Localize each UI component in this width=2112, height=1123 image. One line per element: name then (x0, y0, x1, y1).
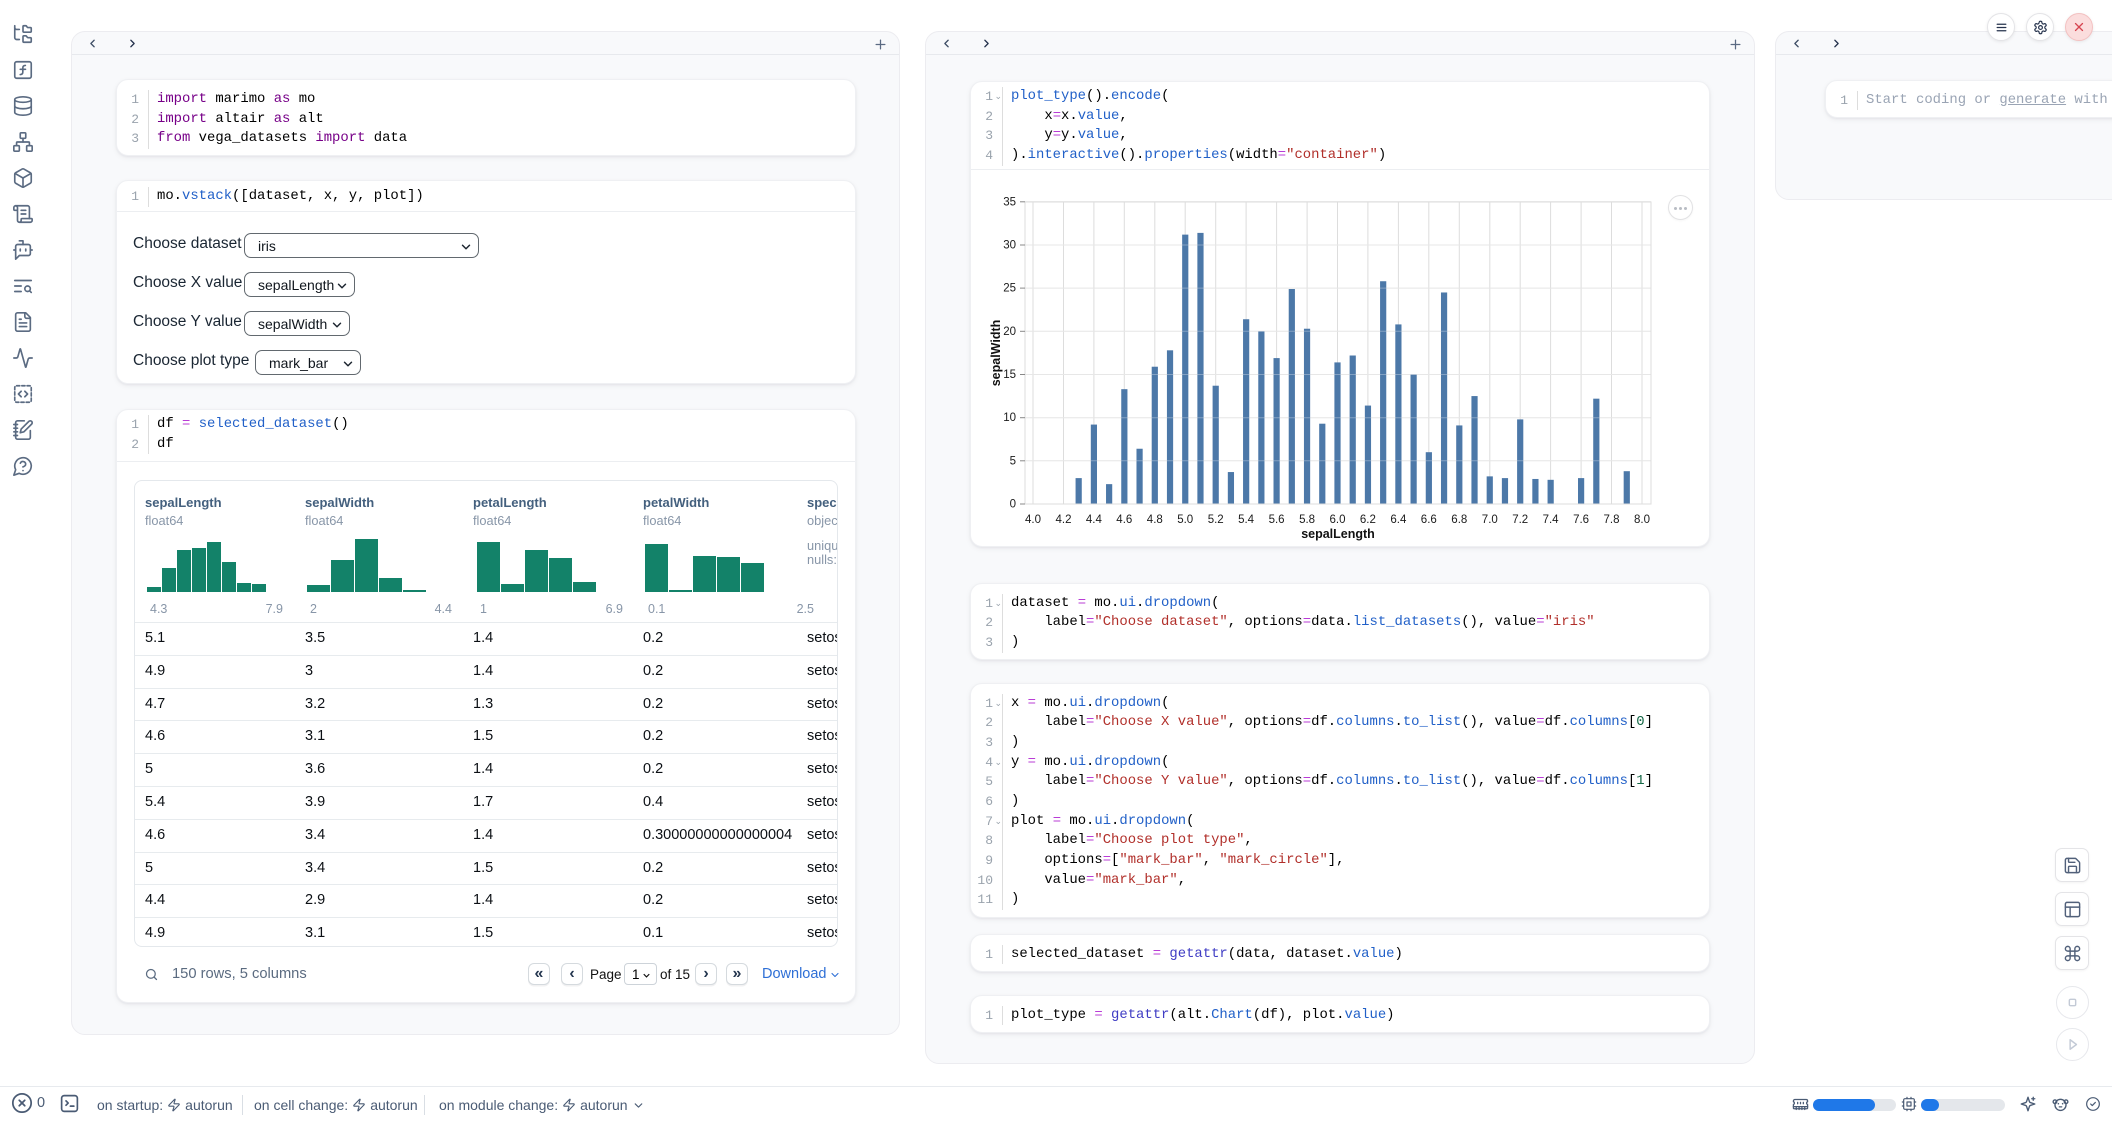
svg-text:0: 0 (1010, 499, 1016, 511)
svg-text:15: 15 (1003, 369, 1016, 381)
svg-text:6.8: 6.8 (1451, 514, 1467, 526)
svg-text:5.8: 5.8 (1299, 514, 1315, 526)
svg-text:4.6: 4.6 (1116, 514, 1132, 526)
svg-text:35: 35 (1003, 196, 1016, 208)
svg-text:5.6: 5.6 (1269, 514, 1285, 526)
svg-text:7.8: 7.8 (1604, 514, 1620, 526)
svg-text:10: 10 (1003, 412, 1016, 424)
svg-text:6.4: 6.4 (1390, 514, 1407, 526)
svg-text:30: 30 (1003, 240, 1016, 252)
svg-text:6.6: 6.6 (1421, 514, 1437, 526)
svg-text:sepalWidth: sepalWidth (989, 320, 1003, 387)
svg-text:4.0: 4.0 (1025, 514, 1041, 526)
svg-text:8.0: 8.0 (1634, 514, 1650, 526)
svg-text:sepalLength: sepalLength (1301, 527, 1375, 541)
svg-text:7.4: 7.4 (1543, 514, 1560, 526)
svg-text:6.2: 6.2 (1360, 514, 1376, 526)
svg-text:5.0: 5.0 (1177, 514, 1193, 526)
svg-text:7.2: 7.2 (1512, 514, 1528, 526)
svg-text:4.8: 4.8 (1147, 514, 1163, 526)
svg-text:5.2: 5.2 (1208, 514, 1224, 526)
svg-text:6.0: 6.0 (1330, 514, 1346, 526)
svg-text:25: 25 (1003, 283, 1016, 295)
svg-text:4.2: 4.2 (1056, 514, 1072, 526)
svg-text:7.0: 7.0 (1482, 514, 1498, 526)
svg-text:7.6: 7.6 (1573, 514, 1589, 526)
svg-text:5: 5 (1010, 455, 1016, 467)
svg-text:5.4: 5.4 (1238, 514, 1255, 526)
svg-text:20: 20 (1003, 326, 1016, 338)
svg-text:4.4: 4.4 (1086, 514, 1103, 526)
